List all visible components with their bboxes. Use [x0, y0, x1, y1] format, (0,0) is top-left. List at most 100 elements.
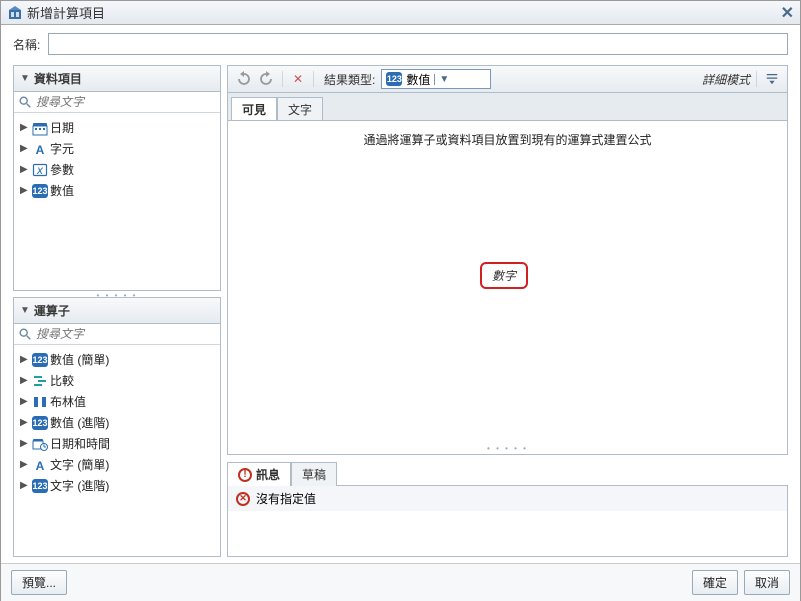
tree-label: 數值 (簡單) [50, 351, 109, 368]
ok-button[interactable]: 確定 [692, 570, 738, 595]
expand-icon: ▶ [20, 143, 30, 154]
app-icon [7, 5, 23, 21]
options-button[interactable] [763, 70, 781, 88]
expand-icon: ▶ [20, 438, 30, 449]
disclosure-icon: ▼ [20, 305, 30, 316]
tree-item-param[interactable]: ▶ x 參數 [16, 159, 218, 180]
tree-label: 日期 [50, 119, 74, 136]
formula-hint: 通過將運算子或資料項目放置到現有的運算式建置公式 [228, 121, 787, 148]
tab-text[interactable]: 文字 [277, 97, 323, 121]
tree-item-num-advanced[interactable]: ▶ 123 數值 (進階) [16, 412, 218, 433]
message-tabs: ! 訊息 草稿 [227, 461, 788, 485]
tree-label: 日期和時間 [50, 435, 110, 452]
expand-icon: ▶ [20, 396, 30, 407]
window-title: 新增計算項目 [27, 3, 781, 22]
tab-visible[interactable]: 可見 [231, 97, 277, 121]
tree-label: 字元 [50, 140, 74, 157]
tree-item-text-simple[interactable]: ▶ A 文字 (簡單) [16, 454, 218, 475]
operators-tree: ▶ 123 數值 (簡單) ▶ 比較 ▶ 布林值 ▶ 123 數值 [14, 345, 220, 556]
operators-search [14, 324, 220, 345]
calendar-icon [32, 120, 48, 136]
numeric-icon: 123 [386, 72, 402, 86]
formula-canvas[interactable]: 數字 [228, 148, 787, 443]
redo-button[interactable] [258, 70, 276, 88]
data-items-panel: ▼ 資料項目 ▶ 日期 ▶ A 字元 ▶ [13, 65, 221, 291]
tree-label: 文字 (進階) [50, 477, 109, 494]
char-icon: A [32, 141, 48, 157]
close-icon[interactable]: ✕ [781, 3, 794, 23]
delete-button[interactable]: ✕ [289, 70, 307, 88]
cancel-button[interactable]: 取消 [744, 570, 790, 595]
numeric-icon: 123 [32, 352, 48, 368]
tab-draft[interactable]: 草稿 [291, 462, 337, 486]
formula-tabs: 可見 文字 [227, 92, 788, 120]
svg-text:x: x [36, 163, 44, 177]
tab-label: 訊息 [256, 466, 280, 483]
toolbar: ✕ 結果類型: 123 數值 ▼ 詳細模式 [227, 65, 788, 92]
tree-label: 數值 (進階) [50, 414, 109, 431]
expand-icon: ▶ [20, 354, 30, 365]
expand-icon: ▶ [20, 459, 30, 470]
titlebar: 新增計算項目 ✕ [1, 1, 800, 25]
tree-item-datetime[interactable]: ▶ 日期和時間 [16, 433, 218, 454]
dropdown-value: 數值 [406, 71, 430, 88]
left-column: ▼ 資料項目 ▶ 日期 ▶ A 字元 ▶ [13, 65, 221, 557]
data-items-tree: ▶ 日期 ▶ A 字元 ▶ x 參數 ▶ 123 數值 [14, 113, 220, 290]
numeric-icon: 123 [32, 478, 48, 494]
disclosure-icon: ▼ [20, 73, 30, 84]
messages-list: ✕ 沒有指定值 [227, 485, 788, 557]
tree-item-num-simple[interactable]: ▶ 123 數值 (簡單) [16, 349, 218, 370]
search-icon [18, 95, 32, 109]
search-icon [18, 327, 32, 341]
tree-label: 參數 [50, 161, 74, 178]
search-input[interactable] [36, 327, 216, 341]
tree-label: 比較 [50, 372, 74, 389]
name-row: 名稱: [1, 25, 800, 61]
messages-area: ! 訊息 草稿 ✕ 沒有指定值 [227, 461, 788, 557]
warning-icon: ! [238, 468, 252, 482]
horizontal-splitter[interactable]: • • • • • [228, 443, 787, 454]
tree-item-date[interactable]: ▶ 日期 [16, 117, 218, 138]
name-input[interactable] [48, 33, 788, 55]
undo-button[interactable] [234, 70, 252, 88]
expand-icon: ▶ [20, 185, 30, 196]
tree-label: 數值 [50, 182, 74, 199]
expand-icon: ▶ [20, 164, 30, 175]
tree-item-char[interactable]: ▶ A 字元 [16, 138, 218, 159]
data-items-search [14, 92, 220, 113]
tab-messages[interactable]: ! 訊息 [227, 462, 291, 486]
param-icon: x [32, 162, 48, 178]
compare-icon [32, 373, 48, 389]
message-text: 沒有指定值 [256, 490, 316, 507]
char-icon: A [32, 457, 48, 473]
data-items-header[interactable]: ▼ 資料項目 [14, 66, 220, 92]
name-label: 名稱: [13, 36, 40, 53]
panel-title: 資料項目 [34, 70, 82, 87]
expand-icon: ▶ [20, 375, 30, 386]
preview-button[interactable]: 預覽... [11, 570, 67, 595]
tree-item-compare[interactable]: ▶ 比較 [16, 370, 218, 391]
tree-item-numeric[interactable]: ▶ 123 數值 [16, 180, 218, 201]
tree-item-boolean[interactable]: ▶ 布林值 [16, 391, 218, 412]
error-icon: ✕ [236, 492, 250, 506]
separator [756, 71, 757, 87]
panel-title: 運算子 [34, 302, 70, 319]
result-type-dropdown[interactable]: 123 數值 ▼ [381, 69, 491, 89]
result-type-label: 結果類型: [324, 71, 375, 88]
numeric-icon: 123 [32, 183, 48, 199]
expand-icon: ▶ [20, 480, 30, 491]
operators-header[interactable]: ▼ 運算子 [14, 298, 220, 324]
tree-label: 布林值 [50, 393, 86, 410]
message-row[interactable]: ✕ 沒有指定值 [228, 486, 787, 511]
formula-area[interactable]: 通過將運算子或資料項目放置到現有的運算式建置公式 數字 • • • • • [227, 120, 788, 455]
expand-icon: ▶ [20, 122, 30, 133]
formula-placeholder-chip[interactable]: 數字 [480, 262, 528, 289]
svg-text:A: A [36, 459, 45, 473]
chevron-down-icon: ▼ [434, 74, 449, 85]
detail-mode-link[interactable]: 詳細模式 [702, 71, 750, 88]
tree-item-text-advanced[interactable]: ▶ 123 文字 (進階) [16, 475, 218, 496]
main-area: ▼ 資料項目 ▶ 日期 ▶ A 字元 ▶ [1, 61, 800, 563]
search-input[interactable] [36, 95, 216, 109]
expand-icon: ▶ [20, 417, 30, 428]
svg-text:A: A [36, 143, 45, 157]
